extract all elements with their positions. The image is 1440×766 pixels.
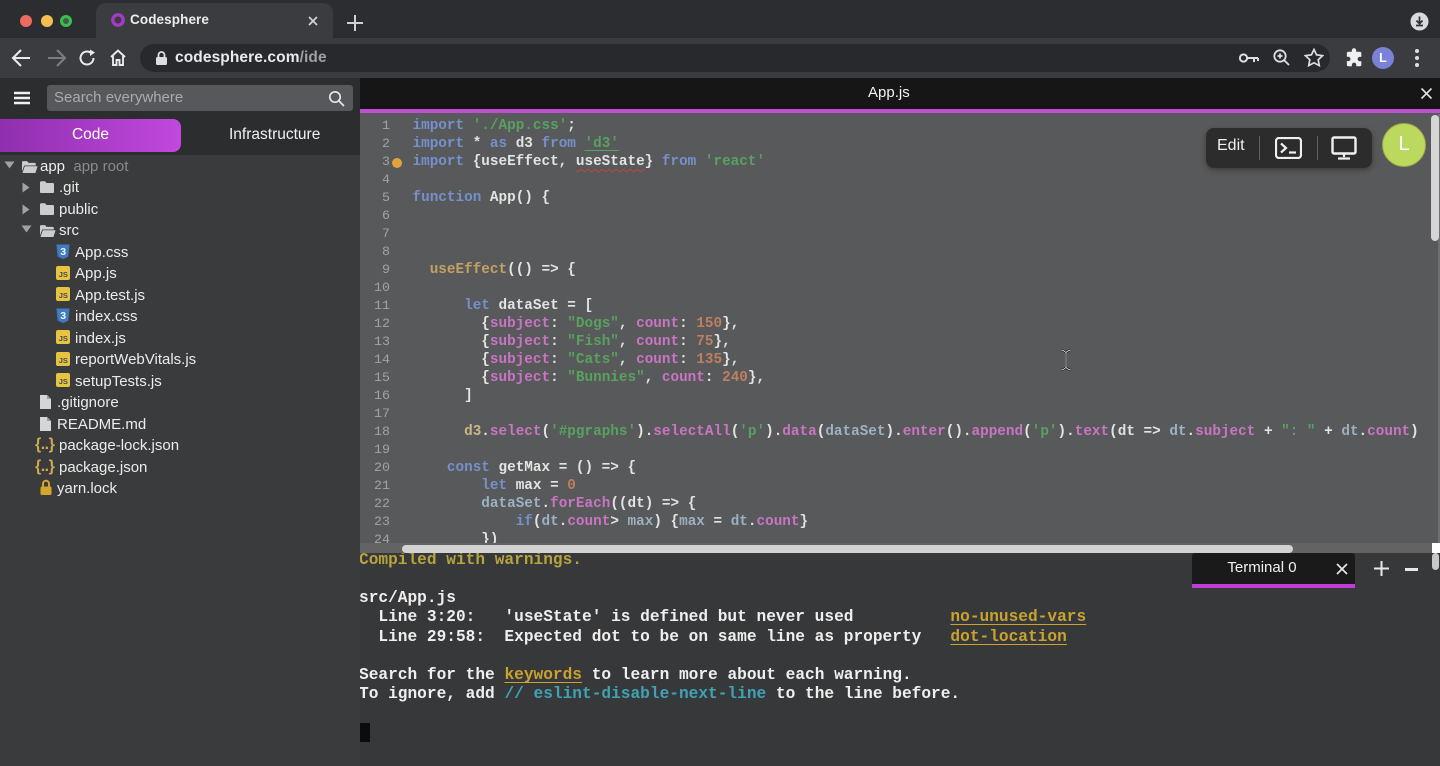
svg-text:JS: JS: [59, 377, 68, 386]
svg-text:JS: JS: [59, 291, 68, 300]
svg-text:3: 3: [60, 246, 66, 258]
svg-text:JS: JS: [59, 356, 68, 365]
svg-text:3: 3: [60, 310, 66, 322]
svg-text:JS: JS: [59, 270, 68, 279]
svg-text:JS: JS: [59, 334, 68, 343]
